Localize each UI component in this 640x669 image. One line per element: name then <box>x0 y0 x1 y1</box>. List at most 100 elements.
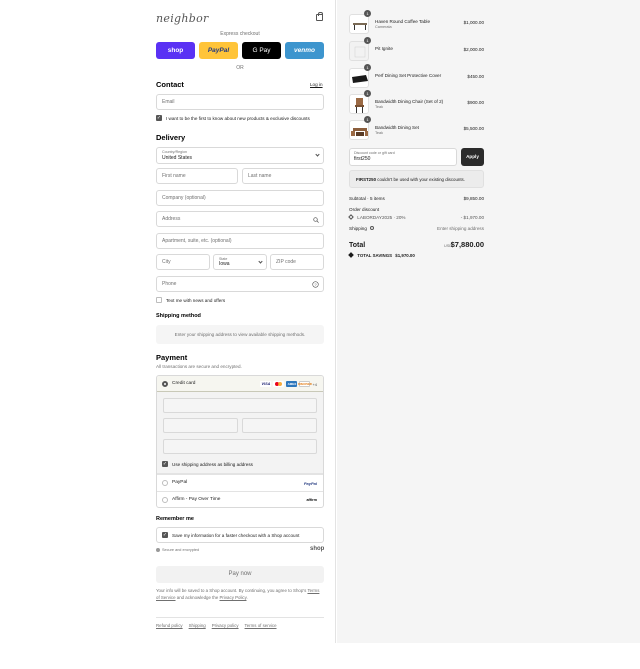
remember-heading: Remember me <box>156 516 194 522</box>
affirm-label: Affirm - Pay Over Time <box>172 497 221 502</box>
paypal-button[interactable]: PayPal <box>199 42 238 59</box>
express-buttons: shop PayPal G Pay venmo <box>156 42 324 59</box>
state-select[interactable]: State Iowa <box>213 254 267 270</box>
remember-me-option[interactable]: ✓ Save my information for a faster check… <box>156 527 324 543</box>
item-price: $1,000.00 <box>463 20 484 25</box>
zip-field[interactable]: ZIP code <box>270 254 324 270</box>
remember-label: Save my information for a faster checkou… <box>172 533 300 538</box>
express-checkout-label: Express checkout <box>220 31 260 37</box>
chevron-down-icon <box>258 259 263 264</box>
shipping-row: Shipping Enter shipping address <box>349 226 484 231</box>
company-field[interactable]: Company (optional) <box>156 190 324 206</box>
privacy-policy-link[interactable]: Privacy policy <box>212 623 239 628</box>
subtotal-value: $9,850.00 <box>463 196 484 201</box>
savings-value: $1,970.00 <box>395 253 415 258</box>
apartment-placeholder: Apartment, suite, etc. (optional) <box>162 238 232 244</box>
affirm-option[interactable]: Affirm - Pay Over Time affirm <box>157 491 323 507</box>
legal-and: and acknowledge the <box>176 594 219 600</box>
tag-icon <box>348 214 354 220</box>
login-link[interactable]: Log in <box>310 82 323 87</box>
first-name-placeholder: First name <box>162 173 186 179</box>
warning-code: FIRST250 <box>356 177 377 182</box>
item-variant: Teak <box>375 105 384 109</box>
payment-subtitle: All transactions are secure and encrypte… <box>156 364 242 369</box>
total-label: Total <box>349 242 366 249</box>
privacy-link[interactable]: Privacy Policy <box>220 595 247 600</box>
help-icon[interactable]: ? <box>312 281 319 288</box>
last-name-field[interactable]: Last name <box>242 168 324 184</box>
footer-links: Refund policy Shipping Privacy policy Te… <box>156 623 324 628</box>
legal-copy: Your info will be saved to a Shop accoun… <box>156 588 307 593</box>
card-number-field[interactable] <box>163 398 317 413</box>
phone-placeholder: Phone <box>162 281 177 287</box>
lock-icon <box>156 548 160 552</box>
country-value: United States <box>162 154 193 161</box>
quantity-badge: 1 <box>364 90 371 97</box>
refund-policy-link[interactable]: Refund policy <box>156 623 183 628</box>
name-on-card-field[interactable] <box>163 439 317 454</box>
quantity-badge: 1 <box>364 116 371 123</box>
first-name-field[interactable]: First name <box>156 168 238 184</box>
paypal-radio[interactable] <box>162 480 168 486</box>
warning-text: couldn't be used with your existing disc… <box>377 177 465 182</box>
item-variant: Teak <box>375 131 384 135</box>
google-pay-button[interactable]: G Pay <box>242 42 281 59</box>
card-form: ✓ Use shipping address as billing addres… <box>157 392 323 474</box>
order-discount-label: Order discount <box>349 207 380 212</box>
subtotal-label: Subtotal · 5 items <box>349 196 385 201</box>
info-icon[interactable] <box>370 226 375 230</box>
pay-now-button[interactable]: Pay now <box>156 566 324 583</box>
cart-item: 1 Haven Round Coffee Table Camerata $1,0… <box>349 10 484 36</box>
quantity-badge: 1 <box>364 64 371 71</box>
contact-heading: Contact <box>156 80 184 89</box>
last-name-placeholder: Last name <box>248 173 272 179</box>
visa-icon: VISA <box>260 381 272 387</box>
news-label: I want to be the first to know about new… <box>166 116 310 121</box>
remember-checkbox[interactable]: ✓ <box>162 532 168 538</box>
item-price: $450.00 <box>467 74 484 79</box>
apply-button[interactable]: Apply <box>461 148 484 166</box>
discount-field-value: first250 <box>354 156 371 162</box>
shipping-policy-link[interactable]: Shipping <box>189 623 206 628</box>
paypal-logo: PayPal <box>303 481 317 486</box>
delivery-heading: Delivery <box>156 133 186 142</box>
shopping-bag-icon[interactable] <box>316 12 323 21</box>
discount-amount: - $1,970.00 <box>460 215 484 220</box>
discount-code-label: LABORDAY2025 · 20% <box>357 215 406 220</box>
credit-card-label: Credit card <box>172 381 196 386</box>
discount-code-row: LABORDAY2025 · 20% - $1,970.00 <box>348 214 484 220</box>
discount-warning: FIRST250 couldn't be used with your exis… <box>349 170 484 188</box>
text-me-checkbox[interactable] <box>156 297 162 303</box>
credit-card-option[interactable]: Credit card VISA AMEX DISCOVER +4 <box>157 376 323 392</box>
credit-card-radio[interactable] <box>162 381 168 387</box>
expiration-field[interactable] <box>163 418 238 433</box>
more-cards-count: +4 <box>312 381 317 387</box>
payment-options: Credit card VISA AMEX DISCOVER +4 ✓ Use … <box>156 375 324 508</box>
quantity-badge: 1 <box>364 37 371 44</box>
apartment-field[interactable]: Apartment, suite, etc. (optional) <box>156 233 324 249</box>
affirm-radio[interactable] <box>162 497 168 503</box>
legal-text: Your info will be saved to a Shop accoun… <box>156 588 324 601</box>
order-discount-row: Order discount <box>349 207 484 212</box>
quantity-badge: 1 <box>364 10 371 17</box>
shop-pay-button[interactable]: shop <box>156 42 195 59</box>
venmo-button[interactable]: venmo <box>285 42 324 59</box>
city-field[interactable]: City <box>156 254 210 270</box>
security-code-field[interactable] <box>242 418 317 433</box>
paypal-option[interactable]: PayPal PayPal <box>157 474 323 491</box>
store-logo[interactable]: neighbor <box>156 12 209 25</box>
item-price: $900.00 <box>467 100 484 105</box>
item-price: $5,500.00 <box>463 126 484 131</box>
phone-field[interactable]: Phone ? <box>156 276 324 292</box>
address-field[interactable]: Address <box>156 211 324 227</box>
country-select[interactable]: Country/Region United States <box>156 147 324 164</box>
news-checkbox[interactable]: ✓ <box>156 115 162 121</box>
terms-of-service-link[interactable]: Terms of service <box>245 623 277 628</box>
shipping-heading: Shipping method <box>156 313 201 319</box>
paypal-label: PayPal <box>172 480 188 485</box>
footer-divider <box>156 617 324 618</box>
cart-item: 1 Pit Ignite $2,000.00 <box>349 37 484 63</box>
email-field[interactable]: Email <box>156 94 324 110</box>
discount-code-field[interactable]: Discount code or gift card first250 <box>349 148 457 166</box>
billing-address-checkbox[interactable]: ✓ <box>162 461 168 467</box>
